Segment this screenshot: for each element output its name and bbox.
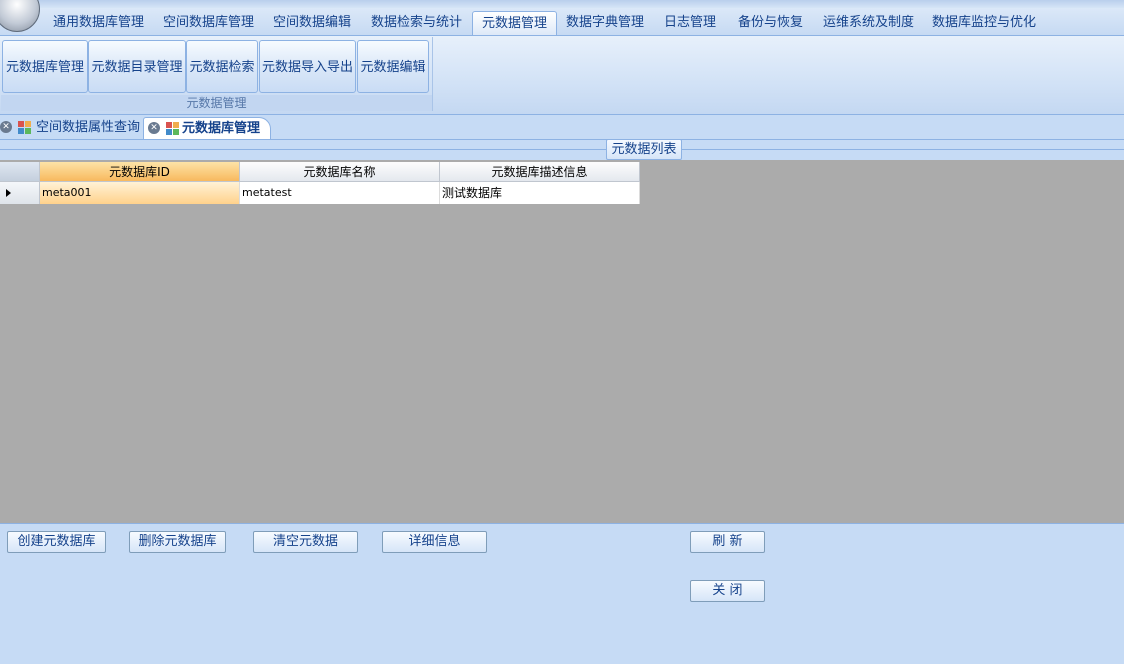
current-row-arrow-icon bbox=[6, 189, 11, 197]
clear-metadata-button[interactable]: 清空元数据 bbox=[253, 531, 358, 553]
tab-database-monitoring[interactable]: 数据库监控与优化 bbox=[923, 11, 1045, 34]
grid-icon bbox=[166, 122, 179, 135]
ribbon-group-label: 元数据管理 bbox=[1, 95, 432, 111]
ribbon-group-metadata: 元数据库管理 元数据目录管理 元数据检索 元数据导入导出 元数据编辑 元数据管理 bbox=[1, 37, 433, 111]
row-header[interactable] bbox=[0, 182, 40, 204]
window-title-bar bbox=[0, 0, 1124, 8]
doc-tab-label: 空间数据属性查询 bbox=[36, 120, 141, 135]
ribbon-tab-bar: 通用数据库管理 空间数据库管理 空间数据编辑 数据检索与统计 元数据管理 数据字… bbox=[0, 8, 1124, 35]
doc-tab-label: 元数据库管理 bbox=[182, 121, 261, 136]
metadata-import-export-button[interactable]: 元数据导入导出 bbox=[259, 40, 356, 93]
tab-spatial-database[interactable]: 空间数据库管理 bbox=[154, 11, 263, 34]
tab-metadata-management[interactable]: 元数据管理 bbox=[472, 11, 558, 35]
refresh-button[interactable]: 刷 新 bbox=[690, 531, 765, 553]
list-section-header: 元数据列表 bbox=[0, 139, 1124, 160]
close-button[interactable]: 关 闭 bbox=[690, 580, 765, 602]
tab-general-database[interactable]: 通用数据库管理 bbox=[44, 11, 153, 34]
metadata-edit-button[interactable]: 元数据编辑 bbox=[357, 40, 429, 93]
grid-corner-cell[interactable] bbox=[0, 162, 40, 182]
metadata-search-button[interactable]: 元数据检索 bbox=[186, 40, 258, 93]
close-tab-icon[interactable]: ✕ bbox=[0, 121, 12, 133]
cell-id[interactable]: meta001 bbox=[40, 182, 240, 204]
column-header-description[interactable]: 元数据库描述信息 bbox=[440, 162, 640, 182]
create-metadatabase-button[interactable]: 创建元数据库 bbox=[7, 531, 106, 553]
metadata-catalog-button[interactable]: 元数据目录管理 bbox=[88, 40, 186, 93]
grid-icon bbox=[18, 121, 31, 134]
tab-backup-restore[interactable]: 备份与恢复 bbox=[729, 11, 812, 34]
ribbon-panel: 元数据库管理 元数据目录管理 元数据检索 元数据导入导出 元数据编辑 元数据管理 bbox=[0, 35, 1124, 115]
metadata-list-label: 元数据列表 bbox=[606, 139, 682, 160]
tab-operations-system[interactable]: 运维系统及制度 bbox=[814, 11, 923, 34]
doc-tab-spatial-attribute-query[interactable]: ✕ 空间数据属性查询 bbox=[0, 117, 140, 138]
doc-tab-metadatabase-management[interactable]: ✕ 元数据库管理 bbox=[143, 117, 271, 139]
column-header-id[interactable]: 元数据库ID bbox=[40, 162, 240, 182]
metadatabase-management-button[interactable]: 元数据库管理 bbox=[2, 40, 88, 93]
details-button[interactable]: 详细信息 bbox=[382, 531, 487, 553]
cell-description[interactable]: 测试数据库 bbox=[440, 182, 640, 204]
column-header-name[interactable]: 元数据库名称 bbox=[240, 162, 440, 182]
tab-log-management[interactable]: 日志管理 bbox=[655, 11, 725, 34]
cell-name[interactable]: metatest bbox=[240, 182, 440, 204]
tab-spatial-editing[interactable]: 空间数据编辑 bbox=[264, 11, 360, 34]
action-panel: 创建元数据库 删除元数据库 清空元数据 详细信息 刷 新 关 闭 bbox=[0, 523, 1124, 664]
tab-data-dictionary[interactable]: 数据字典管理 bbox=[557, 11, 653, 34]
metadata-list-area: 元数据列表 元数据库ID 元数据库名称 元数据库描述信息 meta001 met… bbox=[0, 139, 1124, 523]
divider bbox=[0, 149, 1124, 150]
document-tab-bar: ✕ 空间数据属性查询 ✕ 元数据库管理 bbox=[0, 115, 1124, 140]
close-tab-icon[interactable]: ✕ bbox=[148, 122, 160, 134]
delete-metadatabase-button[interactable]: 删除元数据库 bbox=[129, 531, 226, 553]
tab-data-search-statistics[interactable]: 数据检索与统计 bbox=[362, 11, 471, 34]
